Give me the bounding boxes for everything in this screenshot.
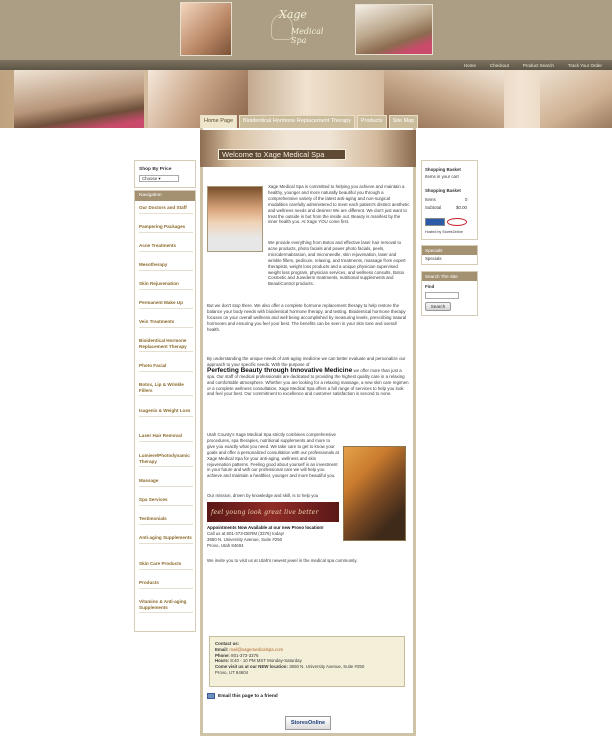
- search-input[interactable]: [425, 292, 459, 299]
- hormone-paragraph: But we don't stop there. We also offer a…: [207, 303, 407, 332]
- nav-item[interactable]: Skin Rejuvenation: [139, 281, 193, 290]
- email-label: Email:: [215, 646, 229, 652]
- basket-heading: Shopping Basket: [425, 167, 461, 172]
- tab-site-map[interactable]: Site Map: [388, 115, 419, 128]
- navigation-heading: Navigation: [135, 191, 195, 201]
- topnav-product-search[interactable]: Product Search: [523, 63, 554, 68]
- hours-label: Hours:: [215, 658, 230, 664]
- nav-item[interactable]: Permanent Make Up: [139, 300, 193, 309]
- utah-county-paragraph: Utah County's Xage Medical Spa strictly …: [207, 432, 339, 479]
- tab-products[interactable]: Products: [356, 115, 387, 128]
- verified-seal-icon: [447, 218, 467, 226]
- tagline-ribbon: feel young look great live better: [207, 502, 339, 522]
- nav-item[interactable]: Pampering Packages: [139, 224, 193, 233]
- mission-line: Our mission, driven by knowledge and ski…: [207, 493, 319, 498]
- contact-box: Contact us: Email: mail@xagemedicalspa.c…: [209, 636, 405, 687]
- nav-item[interactable]: Bioidentical Hormone Replacement Therapy: [139, 338, 193, 353]
- nav-item[interactable]: Massage: [139, 478, 193, 487]
- nav-item[interactable]: Products: [139, 580, 193, 589]
- banner-photo-massage: [14, 70, 144, 128]
- welcome-title: Welcome to Xage Medical Spa: [218, 149, 346, 160]
- spa-room-photo: [343, 446, 406, 541]
- nav-item[interactable]: Photo Facial: [139, 363, 193, 372]
- header-photo-hot-stones: [355, 4, 433, 55]
- nav-item[interactable]: Laser Hair Removal: [139, 433, 193, 442]
- search-button[interactable]: Search: [425, 302, 451, 311]
- intro-paragraph: Xage Medical Spa is committed to helping…: [268, 184, 410, 225]
- nav-item[interactable]: Testimonials: [139, 516, 193, 525]
- banner-photo-face: [540, 70, 612, 128]
- email-friend-link[interactable]: Email this page to a friend: [207, 693, 278, 699]
- nav-item[interactable]: Our Doctors and Staff: [139, 205, 193, 214]
- topnav-track-order[interactable]: Track Your Order: [568, 63, 602, 68]
- welcome-banner: Welcome to Xage Medical Spa: [200, 130, 416, 167]
- nav-item[interactable]: Mesotherapy: [139, 262, 193, 271]
- logo-text-medical-spa: Medical Spa: [291, 27, 324, 45]
- appointments-call: Call us at 801-373-DERM (3376) today!: [207, 530, 285, 536]
- basket-items-label: Items: [425, 197, 436, 202]
- basket-items-line: Items in your cart: [425, 174, 459, 179]
- specials-box: Specials: [421, 245, 478, 265]
- contact-title: Contact us:: [215, 641, 240, 646]
- services-paragraph: We provide everything from Botox and eff…: [268, 240, 406, 287]
- xage-logo[interactable]: Xage Medical Spa: [271, 6, 329, 46]
- topnav-home[interactable]: Home: [464, 63, 476, 68]
- shop-by-price-box: Shop By Price Choose ▾: [134, 160, 196, 188]
- basket-items-value: 0: [465, 197, 468, 202]
- envelope-icon: [207, 693, 215, 699]
- address-line-1: 3650 N. University Avenue, Suite #250: [207, 536, 283, 542]
- visit-label: Come visit us at our NEW location:: [215, 664, 288, 670]
- basket-subtotal-value: $0.00: [456, 205, 467, 210]
- specials-item[interactable]: Specials: [425, 256, 442, 261]
- contact-visit-address: 3650 N. University Avenue, Suite #250: [289, 664, 365, 670]
- tab-bioidentical-hormone[interactable]: Bioidentical Hormone Replacement Therapy: [239, 115, 355, 128]
- header-photo-woman: [180, 2, 232, 56]
- nav-item[interactable]: Isagenix & Weight Loss: [139, 408, 193, 417]
- logo-text-xage: Xage: [279, 8, 307, 21]
- contact-hours: 8:40 - 10 PM MST Monday-Saturday: [230, 658, 302, 664]
- nav-item[interactable]: Vein Treatments: [139, 319, 193, 328]
- woman-portrait: [207, 186, 263, 252]
- basket-subtotal-label: Subtotal: [425, 205, 442, 210]
- nav-item[interactable]: Vitamins & Anti-aging Supplements: [139, 599, 193, 614]
- chevron-down-icon: ▾: [158, 176, 161, 181]
- tab-home-page[interactable]: Home Page: [200, 115, 238, 128]
- nav-item[interactable]: Skin Care Products: [139, 561, 193, 570]
- contact-phone: 801-373-3376: [231, 652, 259, 658]
- nav-item[interactable]: Lumiere/Photodynamic Therapy: [139, 453, 193, 468]
- search-heading: Search The Site: [422, 272, 477, 281]
- payment-badges: [425, 218, 470, 226]
- navigation-box: Navigation Our Doctors and Staff Pamperi…: [134, 190, 196, 632]
- phone-label: Phone:: [215, 652, 230, 658]
- basket-mini-heading: Shopping Basket: [425, 188, 461, 193]
- approach-text-a: By understanding the unique needs of ant…: [207, 356, 406, 367]
- price-select[interactable]: Choose ▾: [139, 175, 179, 182]
- shop-by-price-heading: Shop By Price: [139, 167, 172, 172]
- appointments-block: Appointments Now Available at our new Pr…: [207, 525, 347, 549]
- invite-line: We invite you to visit us at Utah's newe…: [207, 558, 358, 563]
- email-friend-text: Email this page to a friend: [218, 693, 278, 699]
- topnav-checkout[interactable]: Checkout: [490, 63, 509, 68]
- main-tabs: Home Page Bioidentical Hormone Replaceme…: [200, 115, 419, 128]
- find-label: Find: [425, 284, 435, 289]
- card-icon: [425, 218, 445, 226]
- contact-email-link[interactable]: mail@xagemedicalspa.com: [229, 647, 283, 652]
- specials-heading: Specials: [422, 246, 477, 255]
- appointments-heading: Appointments Now Available at our new Pr…: [207, 525, 324, 530]
- price-select-value: Choose: [142, 176, 158, 181]
- nav-item[interactable]: Acne Treatments: [139, 243, 193, 252]
- top-nav: Home Checkout Product Search Track Your …: [464, 63, 602, 68]
- contact-city: Provo, UT 84604: [215, 669, 249, 675]
- hosted-by[interactable]: Hosted by StoresOnline: [425, 230, 463, 234]
- approach-paragraph: By understanding the unique needs of ant…: [207, 356, 410, 397]
- address-line-2: Provo, Utah 84604: [207, 542, 244, 548]
- nav-item[interactable]: Spa Services: [139, 497, 193, 506]
- nav-item[interactable]: Anti-aging Supplements: [139, 535, 193, 544]
- storesonline-logo[interactable]: StoresOnline: [285, 716, 331, 730]
- nav-item[interactable]: Botox, Lip & Wrinkle Fillers: [139, 382, 193, 397]
